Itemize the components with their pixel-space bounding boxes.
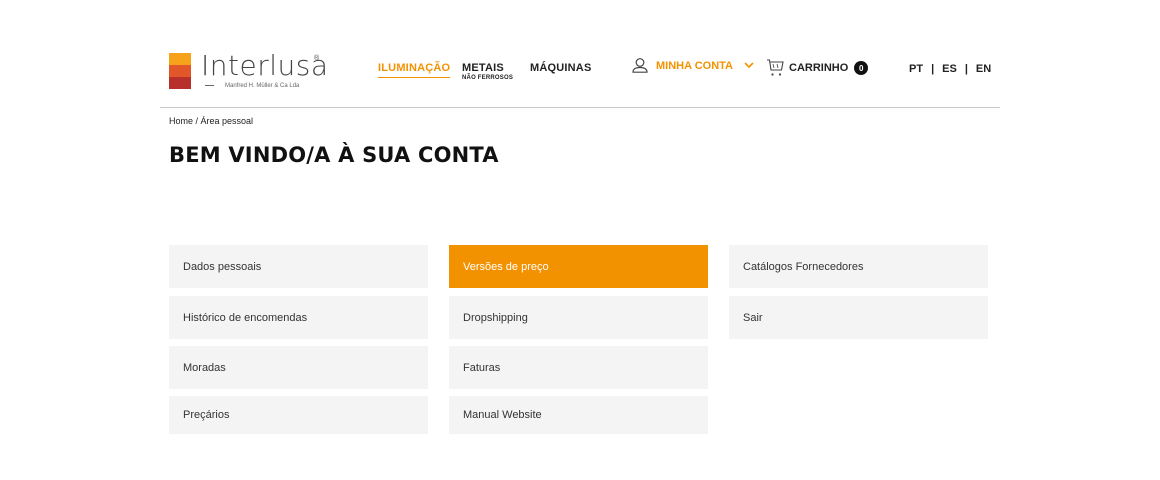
nav-maquinas[interactable]: MÁQUINAS — [530, 62, 592, 74]
lang-es[interactable]: ES — [942, 63, 957, 75]
cart-label: CARRINHO — [789, 62, 849, 74]
brand-subtitle: Manfred H. Müller & Ca Lda — [225, 83, 300, 89]
nav-metais-label: METAIS — [462, 62, 504, 74]
user-icon — [632, 58, 648, 73]
cart-button[interactable]: CARRINHO 0 — [766, 58, 869, 78]
lang-pt[interactable]: PT — [909, 63, 923, 75]
menu-manual-website[interactable]: Manual Website — [449, 396, 708, 434]
menu-moradas[interactable]: Moradas — [169, 346, 428, 389]
logo-dash — [205, 85, 214, 86]
logo[interactable]: Interlusa ® Manfred H. Müller & Ca Lda — [169, 51, 328, 90]
nav-metais[interactable]: METAIS NÃO FERROSOS — [462, 62, 513, 81]
lang-separator: | — [964, 63, 968, 75]
menu-dropshipping[interactable]: Dropshipping — [449, 296, 708, 339]
nav-iluminacao[interactable]: ILUMINAÇÃO — [378, 62, 451, 78]
menu-sair[interactable]: Sair — [729, 296, 988, 339]
cart-count-badge: 0 — [854, 61, 869, 75]
menu-precarios[interactable]: Preçários — [169, 396, 428, 434]
cart-icon — [767, 59, 784, 76]
menu-faturas[interactable]: Faturas — [449, 346, 708, 389]
page-title: BEM VINDO/A À SUA CONTA — [169, 143, 499, 167]
brand-registered-mark: ® — [314, 55, 320, 62]
logo-text: Interlusa ® Manfred H. Müller & Ca Lda — [201, 51, 328, 90]
menu-catalogos-fornecedores[interactable]: Catálogos Fornecedores — [729, 245, 988, 288]
menu-versoes-preco[interactable]: Versões de preço — [449, 245, 708, 288]
site-header: Interlusa ® Manfred H. Müller & Ca Lda I… — [160, 0, 1000, 108]
menu-dados-pessoais[interactable]: Dados pessoais — [169, 245, 428, 288]
logo-mark — [169, 53, 191, 89]
breadcrumb[interactable]: Home / Área pessoal — [169, 116, 253, 126]
brand-name: Interlusa — [201, 49, 329, 82]
lang-en[interactable]: EN — [976, 63, 991, 75]
chevron-down-icon — [744, 62, 754, 69]
account-label: MINHA CONTA — [656, 59, 733, 72]
menu-historico-encomendas[interactable]: Histórico de encomendas — [169, 296, 428, 339]
nav-metais-sub: NÃO FERROSOS — [462, 75, 514, 81]
language-switcher: PT | ES | EN — [909, 63, 991, 75]
account-menu[interactable]: MINHA CONTA — [632, 58, 754, 73]
lang-separator: | — [931, 63, 935, 75]
